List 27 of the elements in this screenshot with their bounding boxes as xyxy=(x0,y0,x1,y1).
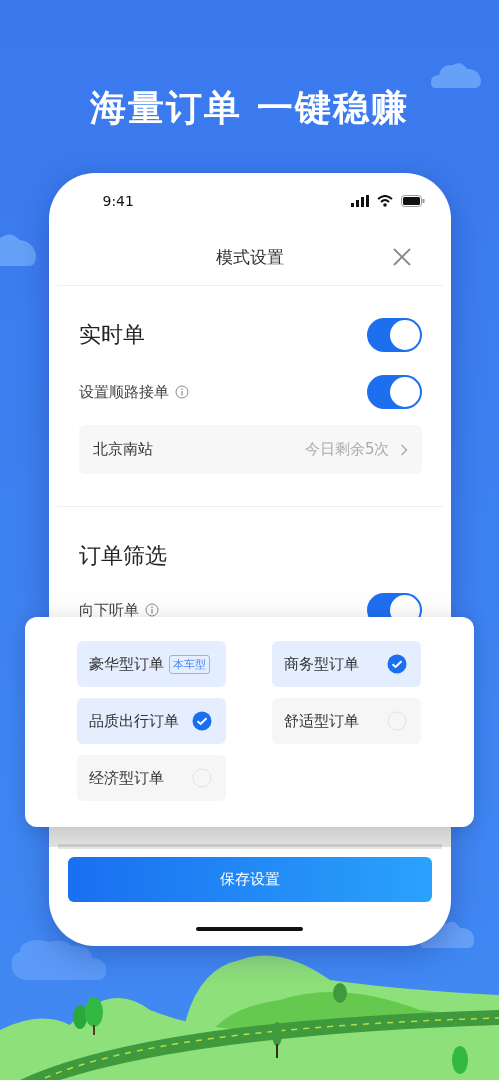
setting-label: 向下听单 xyxy=(78,600,139,620)
cloud-drawing xyxy=(431,60,481,88)
sheet-title: 模式设置 xyxy=(215,245,284,269)
order-type-option[interactable]: 品质出行订单 xyxy=(77,698,226,744)
section-title: 订单筛选 xyxy=(78,542,167,570)
order-type-option[interactable]: 经济型订单 xyxy=(77,755,226,801)
toggle-switch[interactable] xyxy=(366,375,422,409)
wifi-icon xyxy=(376,195,393,207)
headline: 海量订单 一键稳赚 xyxy=(90,86,409,130)
section-title: 实时单 xyxy=(78,321,145,349)
order-type-option[interactable]: 舒适型订单 xyxy=(272,698,421,744)
save-button[interactable]: 保存设置 xyxy=(67,857,432,902)
signal-icon xyxy=(350,195,369,207)
status-time: 9:41 xyxy=(102,193,135,209)
info-icon[interactable] xyxy=(174,385,189,399)
car-type-badge: 本车型 xyxy=(169,654,210,674)
station-row[interactable]: 北京南站 今日剩余5次 xyxy=(78,425,422,474)
close-icon[interactable] xyxy=(392,248,411,266)
check-icon xyxy=(387,654,407,674)
setting-label: 设置顺路接单 xyxy=(78,382,169,402)
battery-icon xyxy=(400,195,425,207)
check-icon xyxy=(192,711,212,731)
toggle-switch[interactable] xyxy=(366,318,422,352)
chevron-icon xyxy=(399,443,408,456)
info-icon[interactable] xyxy=(144,603,159,617)
order-type-option[interactable]: 商务型订单 xyxy=(272,641,421,687)
order-type-option[interactable]: 豪华型订单 本车型 xyxy=(77,641,226,687)
